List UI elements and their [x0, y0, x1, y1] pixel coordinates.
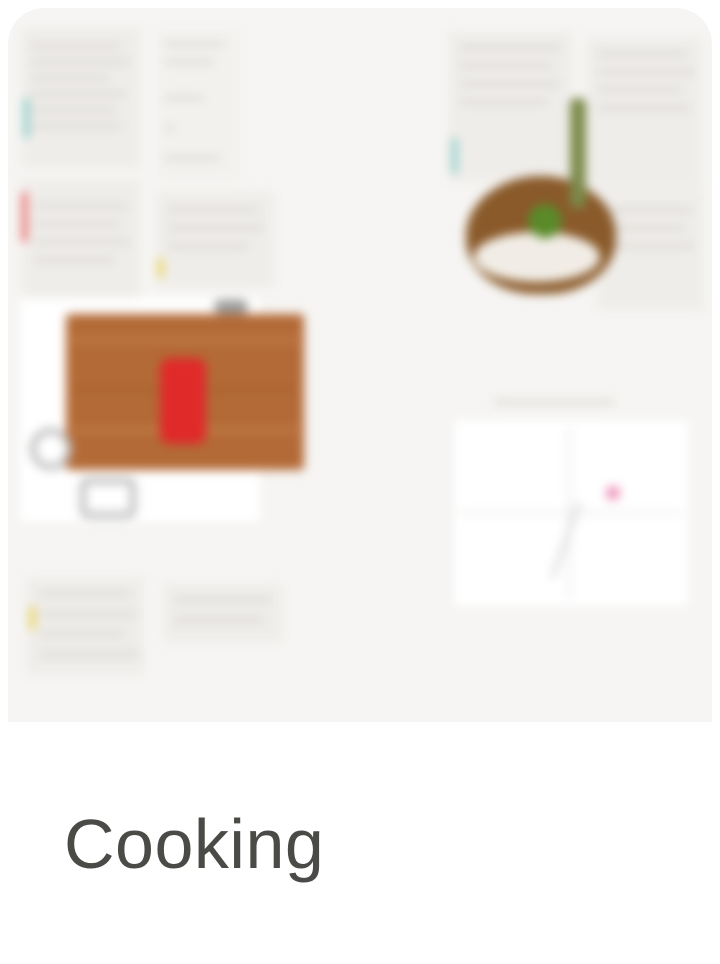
- note-text-line: [164, 126, 174, 130]
- note-text-line: [608, 208, 692, 212]
- note-text-line: [30, 108, 116, 112]
- cutting-board-grain: [72, 338, 298, 342]
- sticky-note: [586, 38, 702, 188]
- note-text-line: [598, 52, 688, 56]
- note-text-line: [164, 42, 224, 46]
- note-color-strip: [30, 606, 35, 630]
- graph-title-line: [494, 400, 614, 404]
- sticky-note: [448, 32, 572, 182]
- note-text-line: [164, 96, 204, 100]
- board-title[interactable]: Cooking: [64, 804, 324, 884]
- dish-bottle: [570, 98, 586, 208]
- graph-axis: [460, 512, 682, 514]
- note-text-line: [30, 92, 126, 96]
- board-preview-canvas: [8, 8, 712, 722]
- note-text-line: [174, 618, 264, 622]
- note-text-line: [460, 46, 560, 50]
- knife-handle-shape: [160, 358, 206, 444]
- note-color-strip: [22, 192, 27, 242]
- dish-garnish: [528, 204, 562, 238]
- note-text-line: [168, 208, 258, 212]
- note-text-line: [174, 598, 270, 602]
- note-text-line: [164, 60, 214, 64]
- board-thumbnail[interactable]: [8, 8, 712, 722]
- note-text-line: [608, 244, 694, 248]
- note-text-line: [34, 258, 114, 262]
- note-text-line: [460, 64, 552, 68]
- note-color-strip: [158, 258, 163, 278]
- note-text-line: [608, 226, 686, 230]
- note-text-line: [598, 88, 682, 92]
- note-text-line: [40, 632, 124, 636]
- note-text-line: [30, 44, 120, 48]
- note-text-line: [598, 106, 690, 110]
- note-text-line: [30, 60, 130, 64]
- board-card[interactable]: Cooking: [0, 0, 720, 964]
- knife-shadow: [80, 478, 136, 518]
- note-text-line: [40, 592, 130, 596]
- note-text-line: [40, 612, 136, 616]
- note-text-line: [164, 156, 220, 160]
- note-text-line: [34, 240, 130, 244]
- note-text-line: [40, 652, 140, 656]
- knife-shadow: [30, 428, 72, 470]
- note-text-line: [598, 70, 694, 74]
- board-top-handle: [214, 300, 248, 314]
- graph-point: [606, 486, 620, 500]
- dish-photo-plate: [474, 232, 600, 282]
- sticky-note: [164, 584, 282, 642]
- note-color-strip: [452, 138, 457, 174]
- note-color-strip: [24, 98, 29, 138]
- sticky-note: [22, 180, 140, 298]
- note-text-line: [460, 82, 560, 86]
- note-text-line: [30, 76, 110, 80]
- note-text-line: [30, 124, 122, 128]
- note-text-line: [460, 100, 548, 104]
- note-text-line: [168, 244, 248, 248]
- sticky-note: [22, 28, 140, 168]
- note-text-line: [168, 226, 264, 230]
- sticky-note: [156, 192, 274, 288]
- note-text-line: [34, 204, 128, 208]
- note-text-line: [34, 222, 120, 226]
